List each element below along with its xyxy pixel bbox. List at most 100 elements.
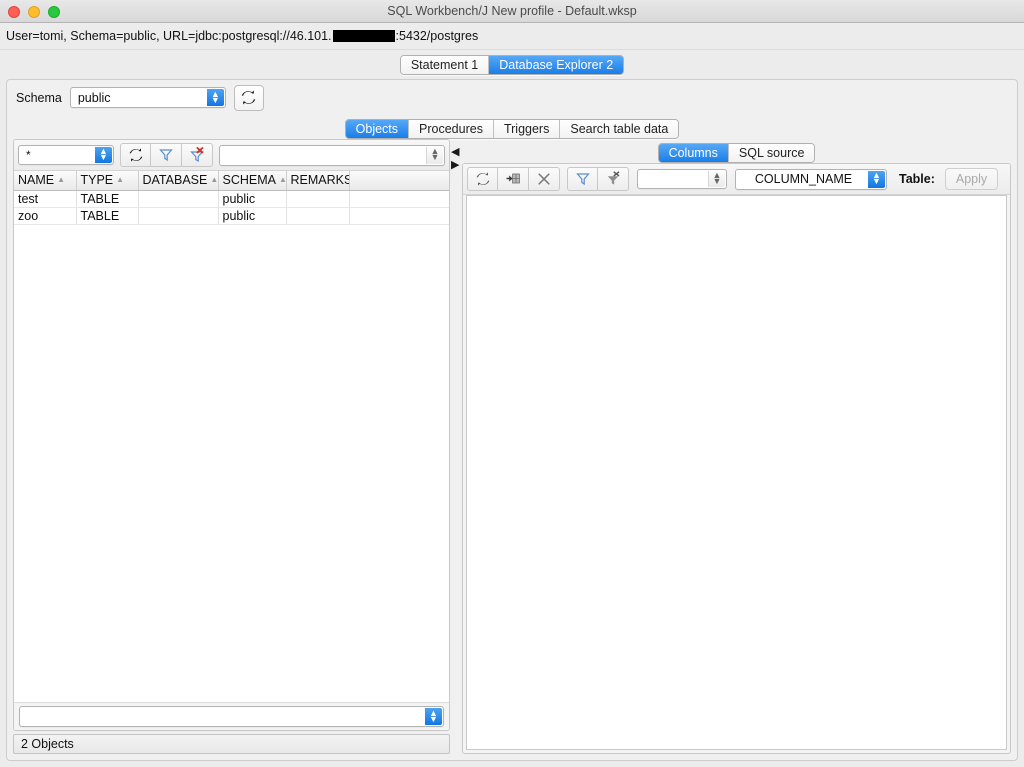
refresh-columns-button[interactable] bbox=[467, 167, 498, 191]
insert-column-button[interactable] bbox=[498, 167, 529, 191]
tab-statement-1[interactable]: Statement 1 bbox=[401, 56, 489, 74]
sort-asc-icon: ▲ bbox=[116, 175, 124, 184]
cell-schema: public bbox=[218, 207, 286, 224]
explorer-tab-group: Objects Procedures Triggers Search table… bbox=[345, 119, 680, 139]
objects-search-combo[interactable]: ▲▼ bbox=[219, 145, 445, 166]
main-tab-bar: Statement 1 Database Explorer 2 bbox=[0, 50, 1024, 75]
schema-label: Schema bbox=[16, 91, 62, 105]
details-panel: ▲▼ COLUMN_NAME ▲▼ Table: Apply bbox=[462, 163, 1011, 754]
sort-asc-icon: ▲ bbox=[57, 175, 65, 184]
minimize-button[interactable] bbox=[28, 6, 40, 18]
filter-icon bbox=[158, 147, 174, 163]
tab-search-table-data[interactable]: Search table data bbox=[560, 120, 678, 138]
objects-table-header-row: NAME▲ TYPE▲ DATABASE▲ SCHE bbox=[14, 171, 449, 190]
delete-column-button[interactable] bbox=[529, 167, 560, 191]
objects-bottom-combo-row: ▲▼ bbox=[14, 702, 449, 730]
collapse-right-icon[interactable]: ▶ bbox=[451, 160, 459, 171]
chevron-updown-icon: ▲▼ bbox=[426, 147, 443, 164]
column-header-database[interactable]: DATABASE▲ bbox=[138, 171, 218, 190]
objects-bottom-combo[interactable]: ▲▼ bbox=[19, 706, 444, 727]
columns-toolbar: ▲▼ COLUMN_NAME ▲▼ Table: Apply bbox=[463, 164, 1010, 195]
cell-database bbox=[138, 190, 218, 207]
collapse-left-icon[interactable]: ◀ bbox=[451, 147, 459, 158]
cell-name: zoo bbox=[14, 207, 76, 224]
cell-filler bbox=[349, 207, 449, 224]
column-header-name-label: NAME bbox=[18, 173, 54, 187]
status-bar: 2 Objects bbox=[13, 734, 450, 754]
clear-filter-button[interactable] bbox=[182, 143, 213, 167]
filter-clear-icon bbox=[189, 147, 205, 163]
cell-type: TABLE bbox=[76, 190, 138, 207]
tab-objects[interactable]: Objects bbox=[346, 120, 409, 138]
cell-database bbox=[138, 207, 218, 224]
explorer-content-panel: Schema public ▲▼ Objects Proced bbox=[6, 79, 1018, 761]
close-button[interactable] bbox=[8, 6, 20, 18]
columns-filter-buttons bbox=[567, 167, 629, 191]
column-header-database-label: DATABASE bbox=[143, 173, 208, 187]
filter-columns-button[interactable] bbox=[567, 167, 598, 191]
titlebar: SQL Workbench/J New profile - Default.wk… bbox=[0, 0, 1024, 23]
apply-filter-button[interactable] bbox=[151, 143, 182, 167]
filter-icon bbox=[575, 171, 591, 187]
sort-asc-icon: ▲ bbox=[279, 175, 286, 184]
column-header-remarks[interactable]: REMARKS bbox=[286, 171, 349, 190]
redacted-host-block bbox=[333, 30, 395, 42]
chevron-updown-icon: ▲▼ bbox=[425, 708, 442, 725]
cell-remarks bbox=[286, 207, 349, 224]
objects-filter-toolbar: * ▲▼ bbox=[14, 140, 449, 171]
objects-toolbar-buttons bbox=[120, 143, 213, 167]
objects-table-wrap[interactable]: NAME▲ TYPE▲ DATABASE▲ SCHE bbox=[14, 171, 449, 702]
main-tab-group: Statement 1 Database Explorer 2 bbox=[400, 55, 624, 75]
schema-select[interactable]: public ▲▼ bbox=[70, 87, 226, 108]
object-name-filter-combo[interactable]: * ▲▼ bbox=[18, 145, 114, 165]
column-header-type-label: TYPE bbox=[81, 173, 114, 187]
column-header-schema[interactable]: SCHEMA▲ bbox=[218, 171, 286, 190]
reset-column-filter-button[interactable] bbox=[598, 167, 629, 191]
objects-pane: * ▲▼ bbox=[13, 139, 450, 754]
table-row[interactable]: zoo TABLE public bbox=[14, 207, 449, 224]
details-tab-bar: Columns SQL source bbox=[462, 139, 1011, 163]
zoom-button[interactable] bbox=[48, 6, 60, 18]
column-header-type[interactable]: TYPE▲ bbox=[76, 171, 138, 190]
refresh-icon bbox=[475, 171, 491, 187]
tab-procedures[interactable]: Procedures bbox=[409, 120, 494, 138]
column-header-name[interactable]: NAME▲ bbox=[14, 171, 76, 190]
columns-grid[interactable] bbox=[466, 195, 1007, 750]
details-tab-group: Columns SQL source bbox=[658, 143, 816, 163]
refresh-icon bbox=[128, 147, 144, 163]
schema-select-value: public bbox=[78, 91, 111, 105]
table-row[interactable]: test TABLE public bbox=[14, 190, 449, 207]
refresh-objects-button[interactable] bbox=[120, 143, 151, 167]
objects-panel: * ▲▼ bbox=[13, 139, 450, 731]
cell-filler bbox=[349, 190, 449, 207]
window-title: SQL Workbench/J New profile - Default.wk… bbox=[0, 4, 1024, 18]
chevron-updown-icon: ▲▼ bbox=[868, 171, 885, 188]
cell-name: test bbox=[14, 190, 76, 207]
chevron-updown-icon: ▲▼ bbox=[207, 89, 224, 106]
columns-edit-buttons bbox=[467, 167, 560, 191]
insert-column-icon bbox=[505, 171, 521, 187]
columns-small-combo[interactable]: ▲▼ bbox=[637, 169, 727, 189]
connection-info-bar: User=tomi, Schema=public, URL=jdbc:postg… bbox=[0, 23, 1024, 50]
object-name-filter-value: * bbox=[26, 148, 31, 162]
refresh-schema-button[interactable] bbox=[234, 85, 264, 111]
filter-reset-icon bbox=[605, 171, 621, 187]
tab-sql-source[interactable]: SQL source bbox=[729, 144, 815, 162]
split-divider[interactable]: ◀ ▶ bbox=[450, 139, 462, 754]
column-select[interactable]: COLUMN_NAME ▲▼ bbox=[735, 169, 887, 190]
apply-button-label: Apply bbox=[956, 172, 987, 186]
details-pane: Columns SQL source bbox=[462, 139, 1011, 754]
table-label: Table: bbox=[899, 172, 935, 186]
status-text: 2 Objects bbox=[21, 737, 74, 751]
tab-database-explorer-2[interactable]: Database Explorer 2 bbox=[489, 56, 623, 74]
tab-columns[interactable]: Columns bbox=[659, 144, 729, 162]
cell-remarks bbox=[286, 190, 349, 207]
tab-triggers[interactable]: Triggers bbox=[494, 120, 560, 138]
app-window: SQL Workbench/J New profile - Default.wk… bbox=[0, 0, 1024, 767]
apply-button[interactable]: Apply bbox=[945, 168, 998, 190]
explorer-tab-bar: Objects Procedures Triggers Search table… bbox=[7, 115, 1017, 139]
connection-info-prefix: User=tomi, Schema=public, URL=jdbc:postg… bbox=[6, 29, 332, 43]
objects-table: NAME▲ TYPE▲ DATABASE▲ SCHE bbox=[14, 171, 449, 225]
column-header-remarks-label: REMARKS bbox=[291, 173, 350, 187]
chevron-updown-icon: ▲▼ bbox=[708, 171, 725, 187]
